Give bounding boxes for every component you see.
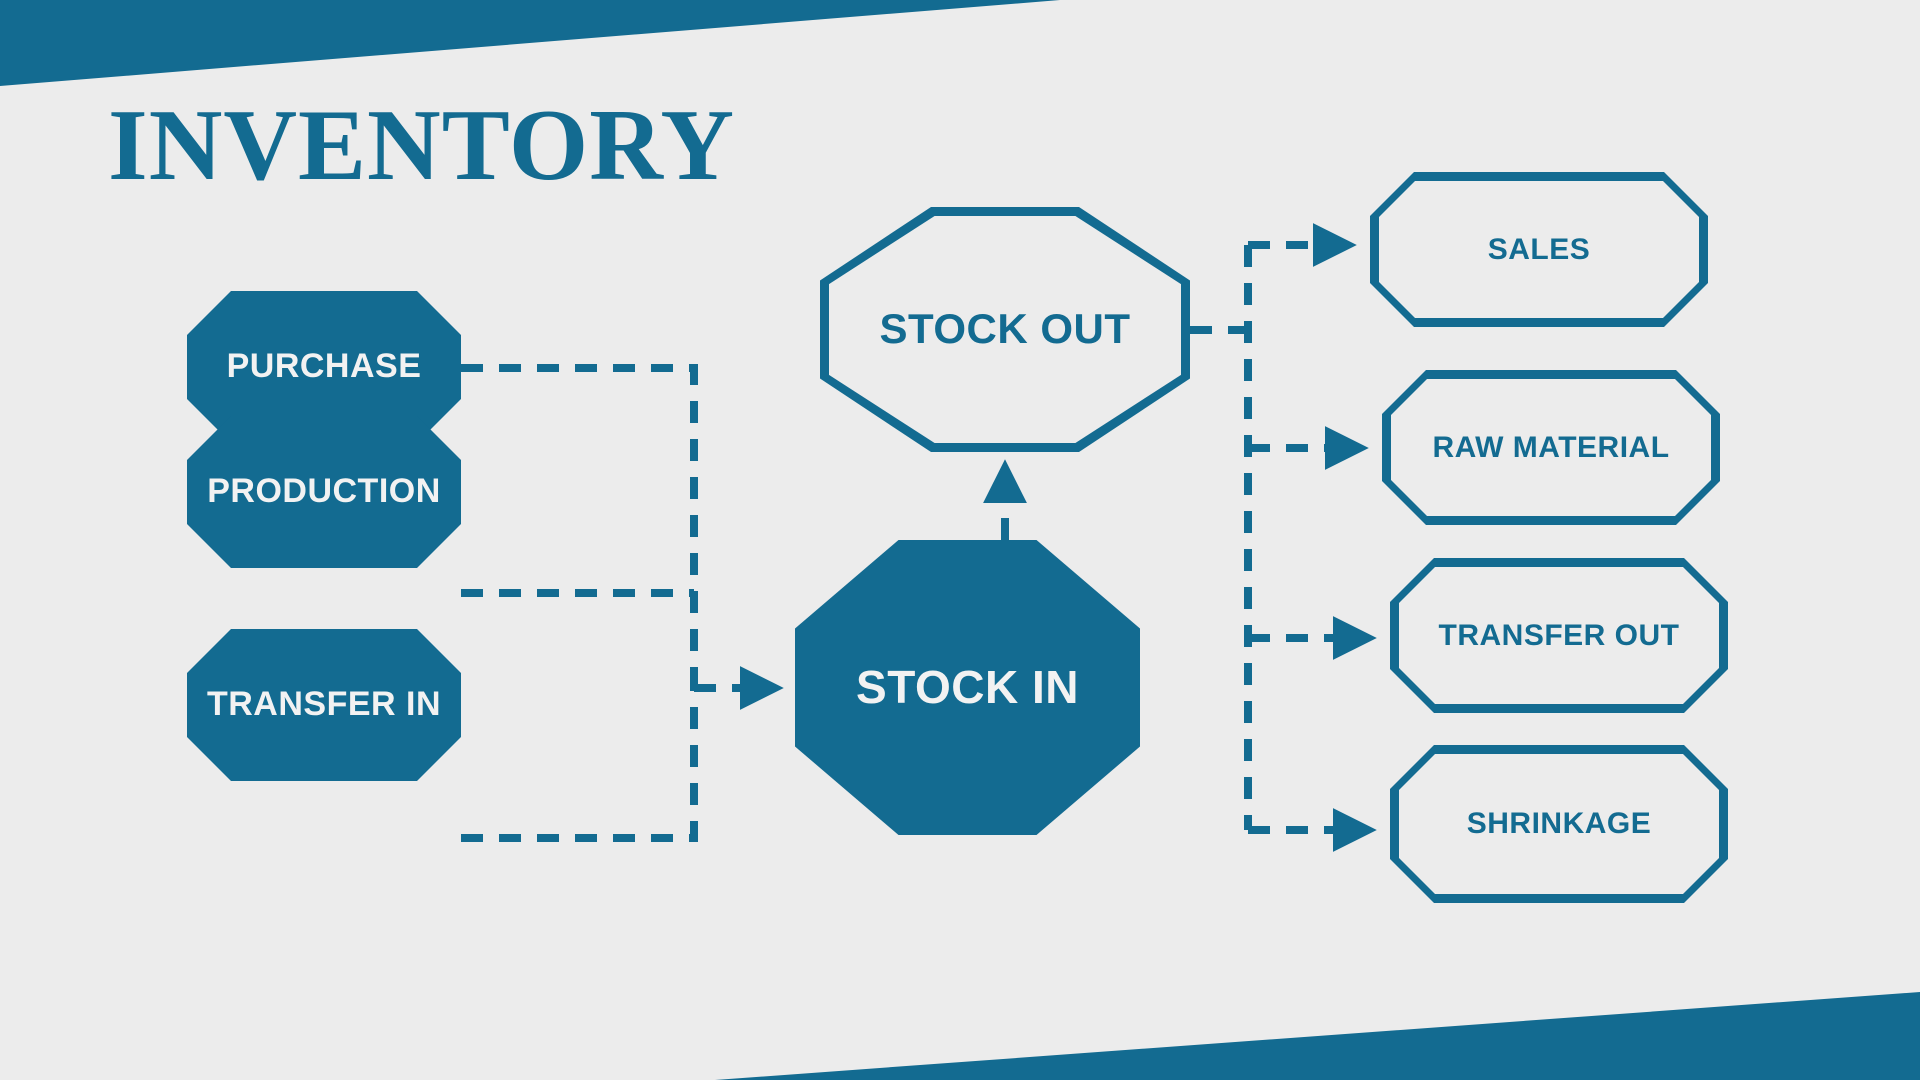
node-shrinkage-label: SHRINKAGE [1466, 807, 1652, 841]
node-production[interactable]: PRODUCTION [187, 416, 461, 568]
node-transfer-out-label: TRANSFER OUT [1438, 618, 1680, 652]
node-raw-material[interactable]: RAW MATERIAL [1382, 370, 1720, 525]
node-stock-out-label: STOCK OUT [879, 305, 1131, 353]
node-shrinkage[interactable]: SHRINKAGE [1390, 745, 1728, 903]
node-sales-label: SALES [1487, 232, 1591, 266]
bottom-angled-banner [715, 992, 1920, 1080]
node-transfer-in-label: TRANSFER IN [206, 685, 442, 724]
page-title: INVENTORY [108, 89, 735, 202]
node-transfer-in[interactable]: TRANSFER IN [187, 629, 461, 781]
node-stock-in[interactable]: STOCK IN [795, 540, 1140, 835]
node-raw-material-label: RAW MATERIAL [1432, 430, 1670, 464]
node-stock-out[interactable]: STOCK OUT [820, 207, 1190, 452]
node-stock-in-label: STOCK IN [856, 661, 1079, 714]
node-sales[interactable]: SALES [1370, 172, 1708, 327]
node-transfer-out[interactable]: TRANSFER OUT [1390, 558, 1728, 713]
node-purchase-label: PURCHASE [226, 347, 422, 386]
node-production-label: PRODUCTION [207, 472, 441, 511]
top-angled-banner [0, 0, 1060, 86]
slide-canvas: INVENTORY PURCHASE PRODUCTION TRANSFER I… [0, 0, 1920, 1080]
